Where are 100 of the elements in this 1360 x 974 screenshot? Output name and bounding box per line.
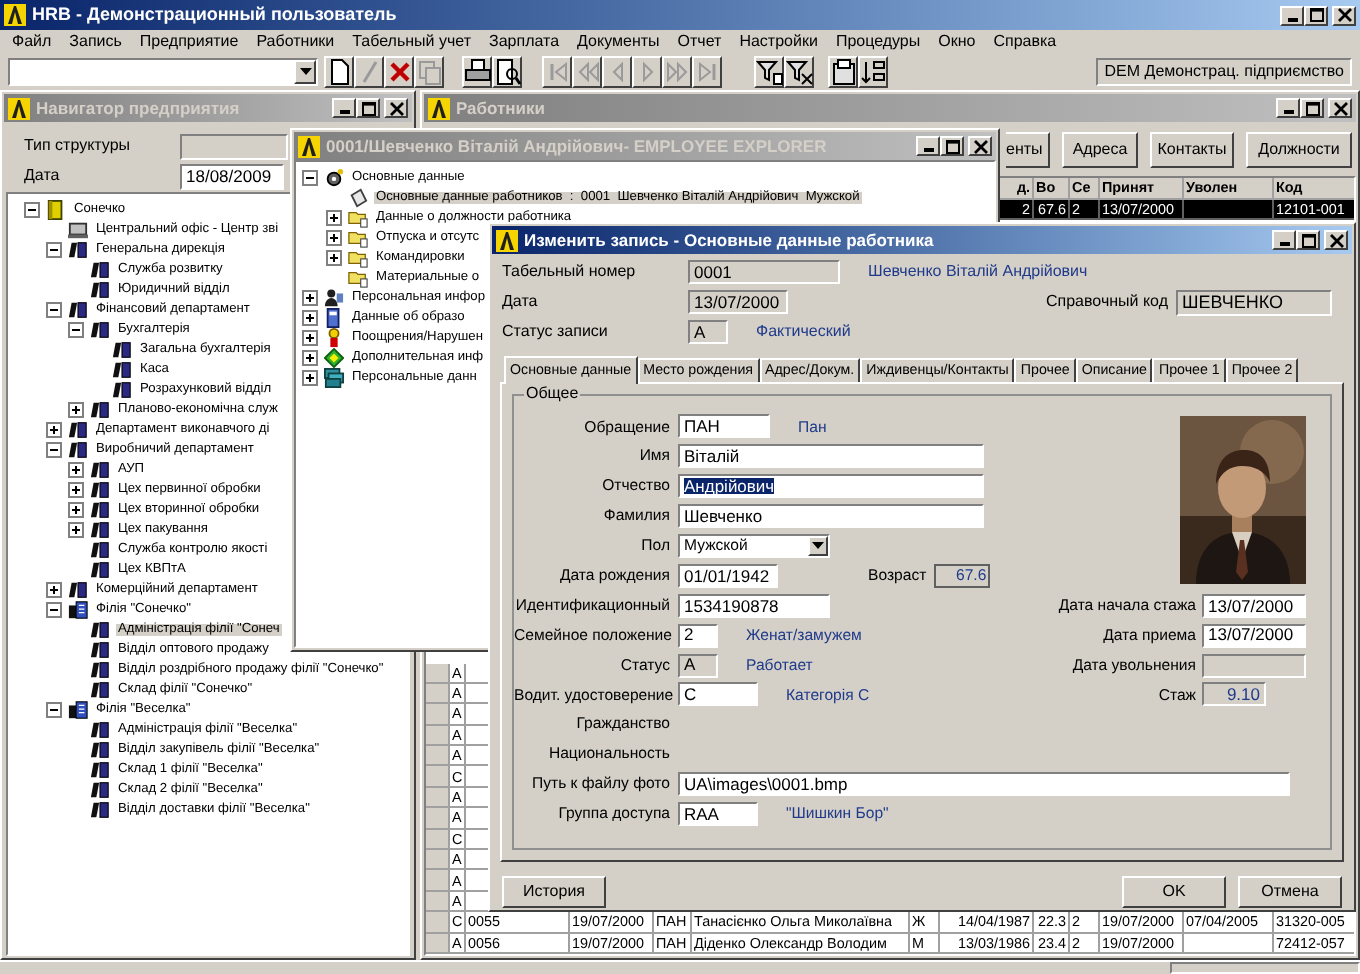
button[interactable]: OK [1122, 876, 1226, 908]
expand-button[interactable] [68, 402, 84, 418]
toolbar-button[interactable] [754, 55, 784, 87]
toolbar-button[interactable] [324, 55, 354, 87]
expand-button[interactable] [302, 330, 318, 346]
close-button[interactable] [968, 136, 992, 156]
expand-button[interactable] [326, 250, 342, 266]
minimize-button[interactable] [1280, 5, 1304, 25]
expand-button[interactable] [302, 350, 318, 366]
menu-item[interactable]: Отчет [677, 33, 722, 49]
preview-icon [492, 56, 522, 86]
menu-item[interactable]: Документы [577, 33, 660, 49]
minimize-button[interactable] [1276, 98, 1300, 118]
collapse-button[interactable] [68, 322, 84, 338]
app-logo-icon [428, 97, 450, 119]
input-field[interactable]: Віталій [678, 444, 984, 469]
collapse-button[interactable] [24, 202, 40, 218]
folder-pair-icon [90, 260, 110, 280]
expand-button[interactable] [46, 582, 62, 598]
collapse-button[interactable] [302, 170, 318, 186]
collapse-button[interactable] [46, 302, 62, 318]
toolbar-button[interactable] [828, 55, 858, 87]
input-field[interactable]: 2 [678, 623, 718, 648]
plus-icon [70, 524, 82, 536]
toolbar-button[interactable] [784, 55, 814, 87]
toolbar-button[interactable] [384, 55, 414, 87]
plus-icon [48, 424, 60, 436]
menu-item[interactable]: Запись [69, 33, 122, 49]
menu-item[interactable]: Работники [256, 33, 335, 49]
menu-item[interactable]: Окно [938, 33, 976, 49]
button[interactable]: Должности [1246, 131, 1352, 167]
clear-filter-icon [784, 56, 814, 86]
minimize-button[interactable] [332, 98, 356, 118]
close-button[interactable] [1332, 5, 1356, 25]
input-field[interactable]: 1534190878 [678, 593, 830, 618]
button[interactable]: енты [1006, 131, 1050, 167]
menu-item[interactable]: Предприятие [139, 33, 239, 49]
expand-button[interactable] [326, 230, 342, 246]
close-button[interactable] [1328, 98, 1352, 118]
collapse-button[interactable] [46, 602, 62, 618]
field-label: Дата [24, 168, 62, 184]
input-field[interactable]: UA\images\0001.bmp [678, 772, 1290, 797]
input-field[interactable]: 01/01/1942 [678, 563, 778, 588]
input-field[interactable]: 13/07/2000 [1202, 593, 1306, 618]
expand-button[interactable] [302, 310, 318, 326]
collapse-button[interactable] [46, 242, 62, 258]
folder-pair-icon [90, 520, 110, 540]
structure-field[interactable] [180, 133, 288, 159]
maximize-button[interactable] [940, 136, 964, 156]
plus-icon [328, 212, 340, 224]
maximize-button[interactable] [356, 98, 380, 118]
plus-icon [70, 484, 82, 496]
menu-item[interactable]: Настройки [739, 33, 818, 49]
button[interactable]: Адреса [1062, 131, 1138, 167]
expand-button[interactable] [68, 462, 84, 478]
toolbar-button[interactable] [492, 55, 522, 87]
maximize-button[interactable] [1304, 5, 1328, 25]
input-field[interactable]: ПАН [678, 414, 770, 439]
date-field[interactable]: 18/08/2009 [180, 163, 284, 189]
maximize-button[interactable] [1300, 98, 1324, 118]
minimize-button[interactable] [1272, 230, 1296, 250]
menu-item[interactable]: Зарплата [489, 33, 560, 49]
collapse-button[interactable] [46, 702, 62, 718]
expand-button[interactable] [302, 290, 318, 306]
minimize-button[interactable] [916, 136, 940, 156]
maximize-icon [945, 139, 959, 153]
button[interactable]: Отмена [1238, 876, 1342, 908]
toolbar-button[interactable] [462, 55, 492, 87]
close-button[interactable] [384, 98, 408, 118]
readonly-field: 9.10 [1202, 682, 1266, 707]
input-field[interactable]: Шевченко [678, 504, 984, 529]
dropdown-button[interactable] [808, 536, 828, 556]
combo-box[interactable] [8, 57, 318, 85]
expand-button[interactable] [68, 502, 84, 518]
expand-button[interactable] [68, 522, 84, 538]
menu-item[interactable]: Файл [12, 33, 52, 49]
dropdown-button[interactable] [294, 59, 316, 83]
input-field[interactable]: C [678, 682, 758, 707]
menu-item[interactable]: Табельный учет [352, 33, 472, 49]
expand-button[interactable] [302, 370, 318, 386]
caret-icon [812, 542, 824, 550]
expand-button[interactable] [326, 210, 342, 226]
close-button[interactable] [1324, 230, 1348, 250]
input-field[interactable]: Андрійович [678, 474, 984, 499]
input-field[interactable]: RAA [678, 802, 758, 827]
input-field[interactable]: 13/07/2000 [1202, 623, 1306, 648]
maximize-button[interactable] [1296, 230, 1320, 250]
row-selector[interactable] [426, 663, 450, 684]
expand-button[interactable] [68, 482, 84, 498]
field-label: Табельный номер [502, 264, 638, 280]
close-icon [1333, 101, 1347, 115]
plus-icon [328, 252, 340, 264]
button[interactable]: История [502, 876, 606, 908]
menu-item[interactable]: Процедуры [835, 33, 921, 49]
collapse-button[interactable] [46, 442, 62, 458]
print-icon [462, 56, 492, 86]
button[interactable]: Контакты [1150, 131, 1234, 167]
toolbar-button[interactable] [858, 55, 888, 87]
menu-item[interactable]: Справка [993, 33, 1057, 49]
expand-button[interactable] [46, 422, 62, 438]
